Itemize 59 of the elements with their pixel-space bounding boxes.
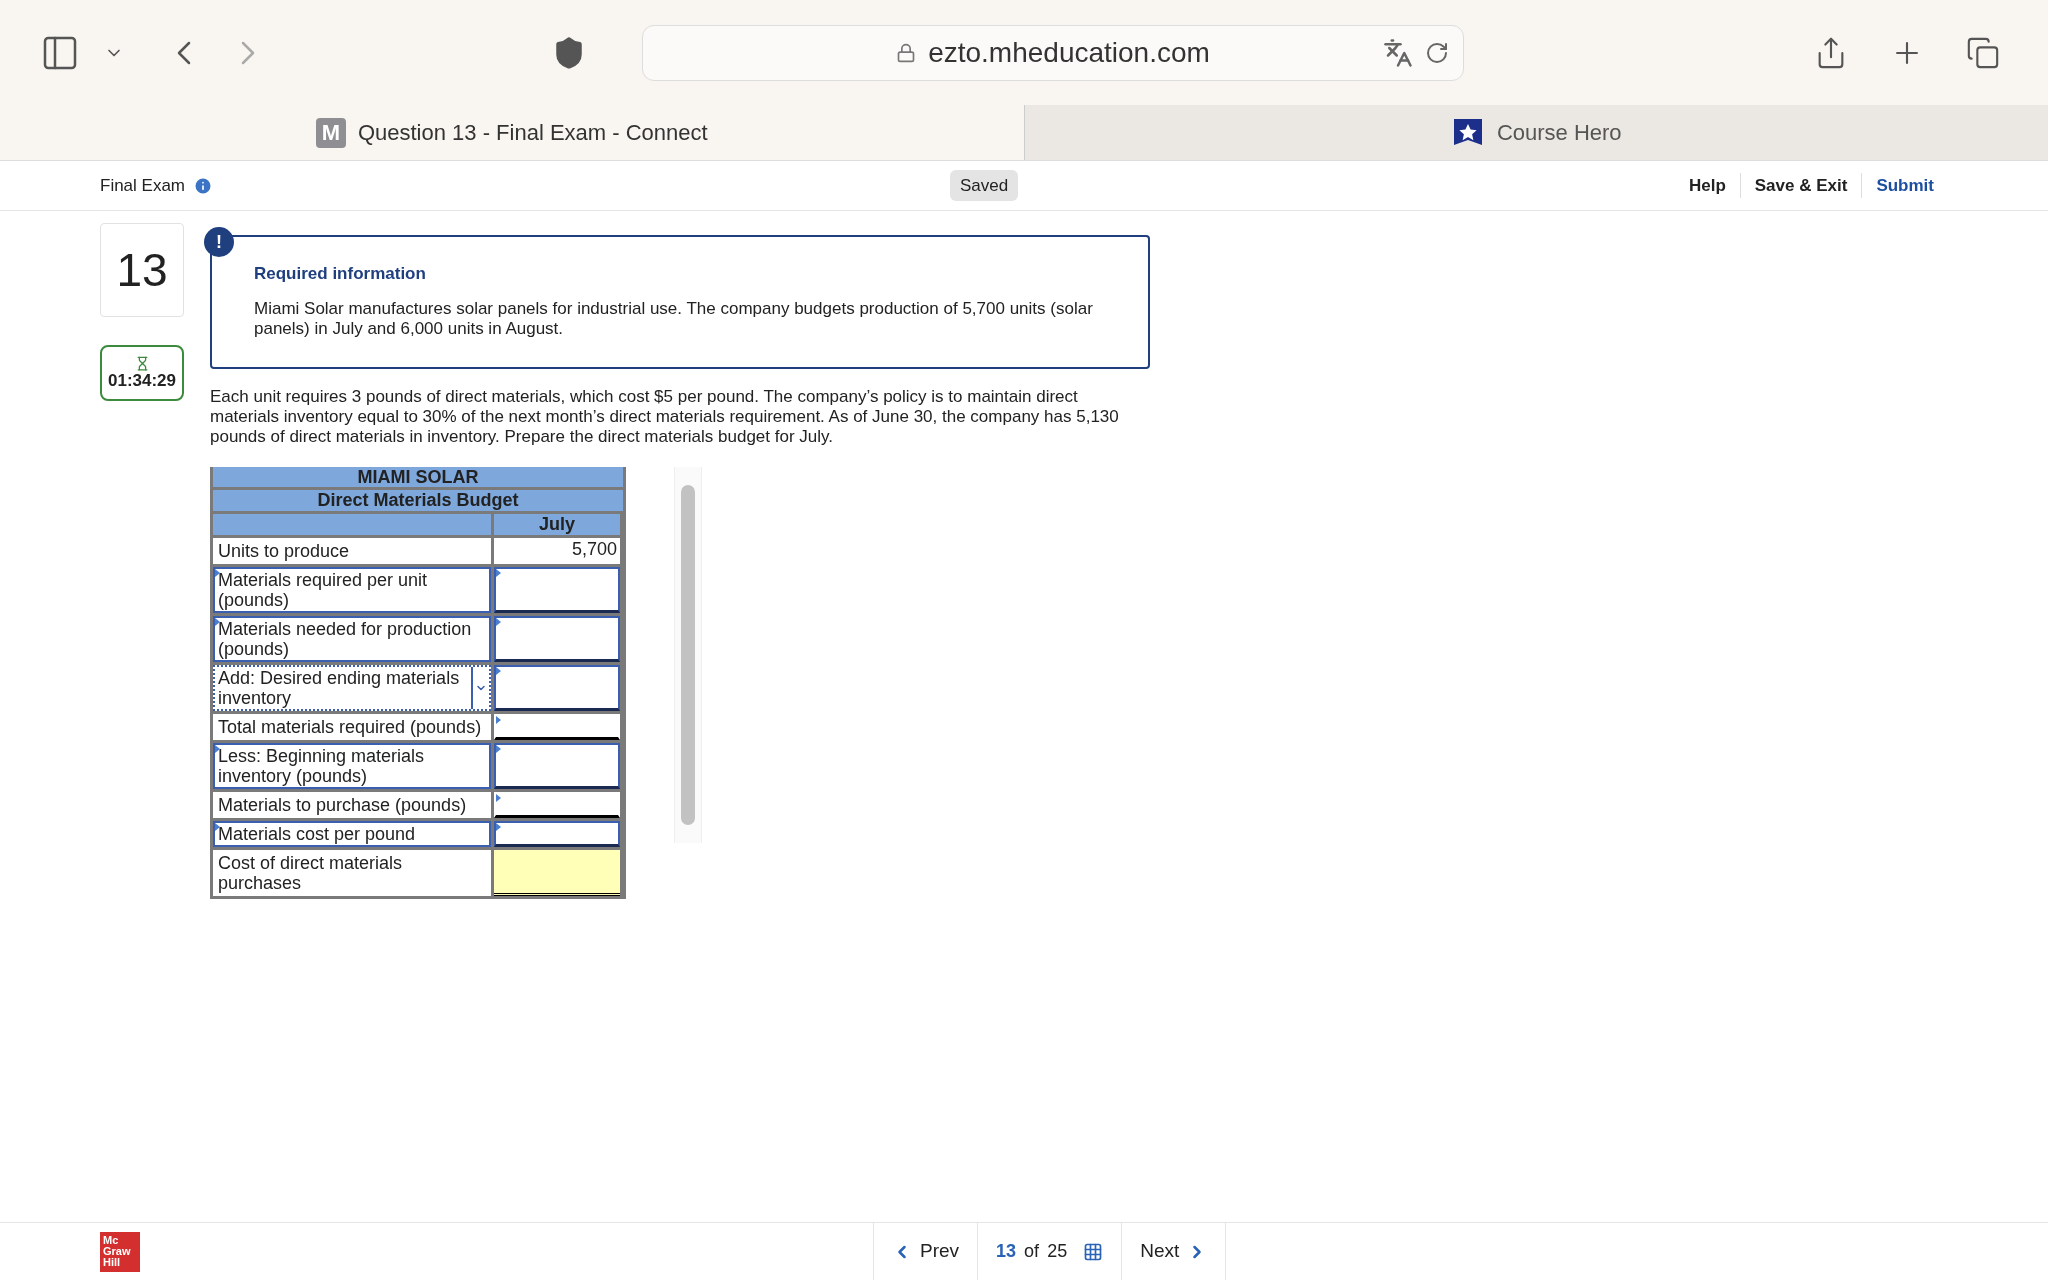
column-header: July <box>494 513 620 535</box>
scrollbar[interactable] <box>674 466 702 843</box>
alert-icon: ! <box>204 227 234 257</box>
url-text: ezto.mheducation.com <box>928 35 1210 70</box>
input-field[interactable] <box>494 820 620 847</box>
favicon: M <box>315 117 346 148</box>
row-label: Less: Beginning materials inventory (pounds) <box>213 742 491 789</box>
browser-tab[interactable]: M Question 13 - Final Exam - Connect <box>0 105 1024 160</box>
corner-marker-icon <box>496 744 501 753</box>
corner-marker-icon <box>496 568 501 577</box>
corner-marker-icon <box>215 617 220 626</box>
corner-marker-icon <box>496 793 501 802</box>
row-label: Add: Desired ending materials inventory <box>217 666 461 709</box>
tabs-icon[interactable] <box>1966 35 2000 70</box>
notice-title: Required information <box>254 263 427 285</box>
question-text: Each unit requires 3 pounds of direct materials, which cost $5 per pound. The company’s policy is to maintain direct materials inventory equal to 30% of the next month’s direct materials requirement. As of June 30, the company has 5,130 pounds of direct materials in inventory. Prepare the direct materials budget for July. <box>210 386 1120 447</box>
corner-marker-icon <box>496 715 501 724</box>
input-field[interactable] <box>494 615 620 662</box>
dropdown-field[interactable]: Add: Desired ending materials inventory <box>213 664 491 711</box>
notice-text: Miami Solar manufactures solar panels for industrial use. The company budgets production of 5,700 units (solar panels) in July and 6,000 units in August. <box>254 298 1094 339</box>
input-field[interactable] <box>494 664 620 711</box>
header-link[interactable]: Help <box>1674 172 1740 199</box>
exam-title: Final Exam <box>100 174 186 197</box>
saved-badge: Saved <box>950 169 1019 202</box>
question-number: 13 <box>100 223 184 317</box>
row-label: Materials to purchase (pounds) <box>213 791 491 818</box>
row-label: Total materials required (pounds) <box>213 713 491 740</box>
row-label: Materials required per unit (pounds) <box>213 566 491 613</box>
page-of: of <box>1024 1240 1040 1263</box>
corner-marker-icon <box>215 822 220 831</box>
header-link[interactable]: Submit <box>1861 172 1948 199</box>
info-icon[interactable] <box>193 175 214 196</box>
table-subtitle: Direct Materials Budget <box>213 489 623 511</box>
current-page: 13 <box>996 1240 1017 1263</box>
corner-marker-icon <box>215 568 220 577</box>
row-label: Cost of direct materials purchases <box>213 849 491 896</box>
corner-marker-icon <box>215 744 220 753</box>
next-button[interactable]: Next <box>1122 1223 1227 1280</box>
corner-marker-icon <box>496 666 501 675</box>
table-title: MIAMI SOLAR <box>213 466 623 487</box>
grid-icon[interactable] <box>1083 1241 1104 1262</box>
corner-marker-icon <box>496 617 501 626</box>
row-label: Materials needed for production (pounds) <box>213 615 491 662</box>
corner-marker-icon <box>496 822 501 831</box>
row-label: Units to produce <box>213 537 491 564</box>
reload-icon[interactable] <box>1425 40 1449 65</box>
translate-icon[interactable] <box>1383 37 1413 68</box>
browser-tab[interactable]: Course Hero <box>1023 105 2048 160</box>
page-total: 25 <box>1047 1240 1068 1263</box>
prev-button[interactable]: Prev <box>873 1223 979 1280</box>
input-field[interactable] <box>494 566 620 613</box>
address-bar[interactable]: ezto.mheducation.com <box>642 24 1464 81</box>
header-link[interactable]: Save & Exit <box>1739 172 1862 199</box>
input-field[interactable] <box>494 742 620 789</box>
lock-icon <box>896 42 917 63</box>
answer-box[interactable] <box>494 849 620 896</box>
row-label: Materials cost per pound <box>213 820 491 847</box>
timer-text: 01:34:29 <box>107 370 177 391</box>
logo: Mc Graw Hill <box>100 1231 140 1272</box>
